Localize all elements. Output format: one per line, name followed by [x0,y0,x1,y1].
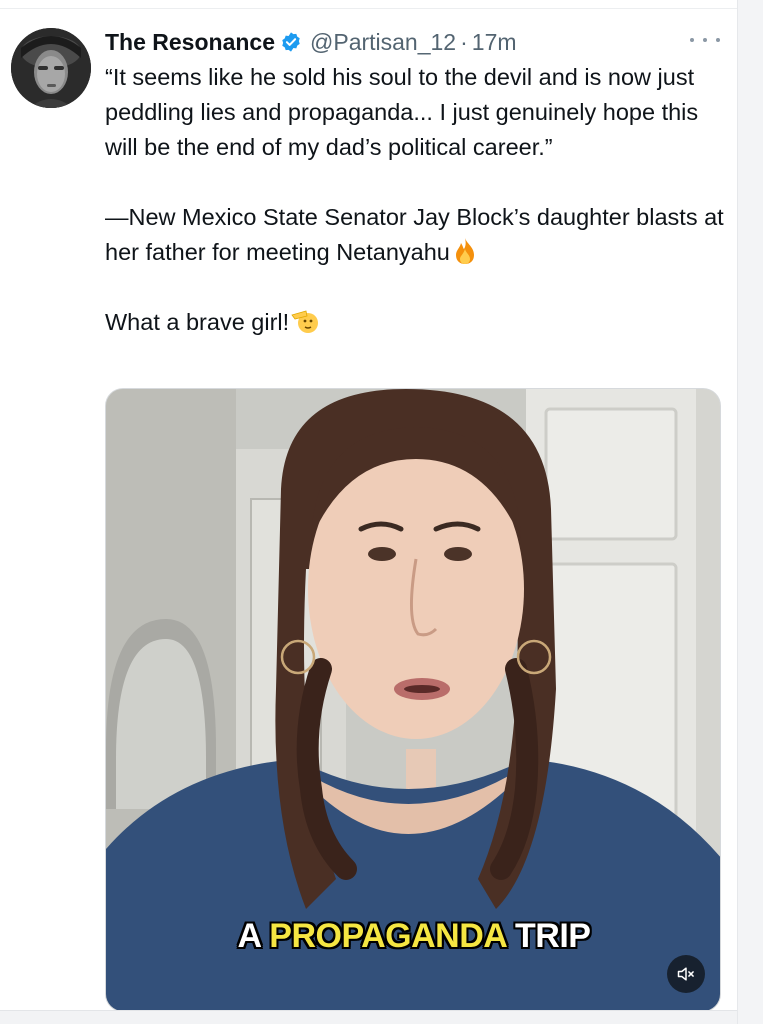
header-separator: · [460,28,468,55]
tweet-page: The Resonance @Partisan_12 · 17m “It see… [0,0,763,1024]
avatar-photo-icon [11,28,91,108]
tweet-timestamp[interactable]: 17m [472,29,517,56]
tweet-closing: What a brave girl! [105,305,725,340]
divider [0,8,737,9]
saluting-face-emoji-icon [291,307,319,335]
tweet-bottom-divider [0,1010,737,1024]
tweet-header: The Resonance @Partisan_12 · 17m [105,26,517,58]
author-avatar[interactable] [11,28,91,108]
author-handle[interactable]: @Partisan_12 [310,29,456,56]
author-display-name[interactable]: The Resonance [105,29,275,56]
tweet-attribution: —New Mexico State Senator Jay Block’s da… [105,200,725,270]
video-caption: A PROPAGANDA TRIP [106,917,720,956]
closing-text: What a brave girl! [105,309,290,335]
fire-emoji-icon [452,237,478,265]
caption-part-1: A [237,917,270,955]
page-edge [737,0,763,1024]
caption-part-2: PROPAGANDA [269,917,507,955]
more-options-icon[interactable] [690,30,720,50]
tweet-video[interactable]: A PROPAGANDA TRIP [105,388,721,1012]
tweet-body: “It seems like he sold his soul to the d… [105,60,725,340]
attribution-text: —New Mexico State Senator Jay Block’s da… [105,204,724,265]
tweet-quote: “It seems like he sold his soul to the d… [105,64,699,160]
verified-badge-icon [280,31,302,53]
speaker-muted-icon[interactable] [667,955,705,993]
caption-part-3: TRIP [506,917,591,955]
